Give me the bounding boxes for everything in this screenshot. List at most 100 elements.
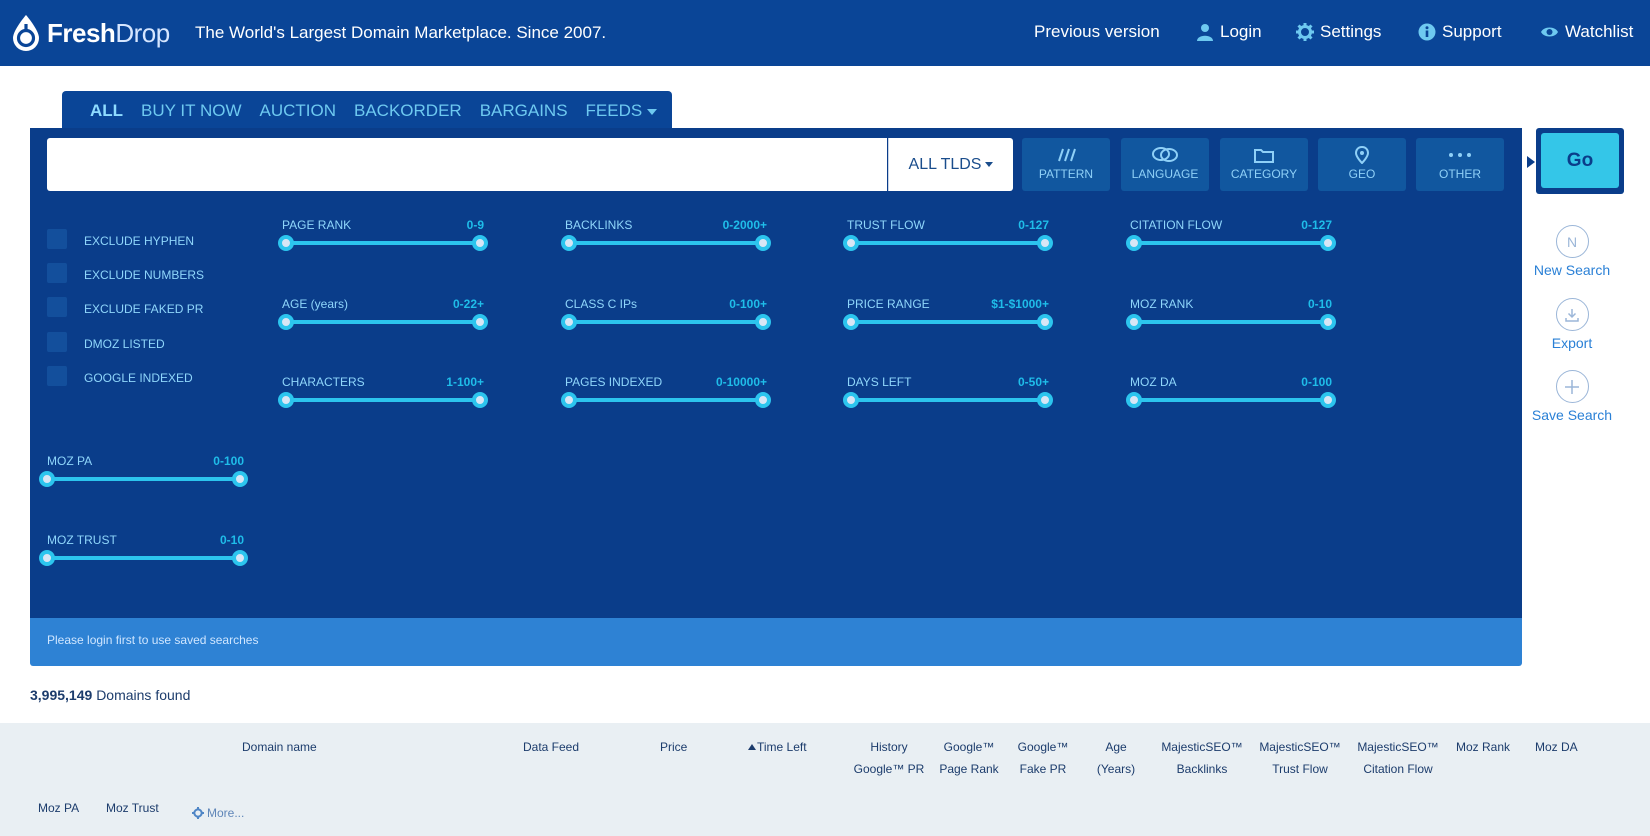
slider-min-handle[interactable] [39, 550, 55, 566]
slider-track[interactable] [1134, 398, 1328, 402]
login-link[interactable]: Login [1196, 22, 1262, 42]
slider-max-handle[interactable] [472, 392, 488, 408]
slider-track[interactable] [851, 241, 1045, 245]
slider-track[interactable] [1134, 241, 1328, 245]
slider-min-handle[interactable] [1126, 314, 1142, 330]
slider-track[interactable] [47, 477, 240, 481]
slider-track[interactable] [569, 320, 763, 324]
slider-min-handle[interactable] [843, 392, 859, 408]
slider-track[interactable] [851, 398, 1045, 402]
tab-feeds[interactable]: FEEDS [586, 101, 658, 121]
pattern-filter-button[interactable]: PATTERN [1022, 138, 1110, 191]
other-filter-button[interactable]: OTHER [1416, 138, 1504, 191]
column-citation-flow[interactable]: MajesticSEO™ Citation Flow [1353, 736, 1443, 780]
slider-min-handle[interactable] [561, 392, 577, 408]
column-trust-flow[interactable]: MajesticSEO™ Trust Flow [1255, 736, 1345, 780]
site-logo[interactable]: FreshDrop [10, 14, 170, 52]
slider-max-handle[interactable] [1037, 392, 1053, 408]
tab-all[interactable]: ALL [90, 101, 123, 121]
checkbox-box[interactable] [47, 263, 67, 283]
slider-min-handle[interactable] [561, 235, 577, 251]
column-google-pr[interactable]: Google™ Page Rank [934, 736, 1004, 780]
column-domain-name[interactable]: Domain name [242, 736, 317, 758]
slider-range: 1-100+ [446, 375, 484, 389]
geo-filter-button[interactable]: GEO [1318, 138, 1406, 191]
tab-buy-it-now[interactable]: BUY IT NOW [141, 101, 241, 121]
checkbox-label: GOOGLE INDEXED [84, 371, 193, 385]
slider-min-handle[interactable] [278, 392, 294, 408]
slider-max-handle[interactable] [1320, 314, 1336, 330]
exclude-faked-pr-checkbox[interactable]: EXCLUDE FAKED PR [47, 297, 203, 317]
more-columns-link[interactable]: More... [192, 806, 244, 820]
tld-dropdown[interactable]: ALL TLDS [888, 138, 1013, 191]
tab-auction[interactable]: AUCTION [260, 101, 337, 121]
new-search-button[interactable]: N New Search [1528, 225, 1616, 278]
checkbox-box[interactable] [47, 366, 67, 386]
slider-max-handle[interactable] [755, 235, 771, 251]
exclude-hyphen-checkbox[interactable]: EXCLUDE HYPHEN [47, 229, 194, 249]
logo-text-bold: Fresh [47, 17, 116, 48]
checkbox-box[interactable] [47, 332, 67, 352]
slider-track[interactable] [569, 241, 763, 245]
column-fake-pr[interactable]: Google™ Fake PR [1008, 736, 1078, 780]
go-button[interactable]: Go [1541, 133, 1619, 188]
saved-searches-bar: Please login first to use saved searches [30, 618, 1522, 666]
column-moz-trust[interactable]: Moz Trust [106, 797, 159, 819]
slider-track[interactable] [1134, 320, 1328, 324]
slider-min-handle[interactable] [278, 235, 294, 251]
slider-max-handle[interactable] [755, 314, 771, 330]
slider-track[interactable] [851, 320, 1045, 324]
user-icon [1197, 24, 1213, 41]
domain-search-input[interactable] [47, 138, 887, 191]
category-filter-button[interactable]: CATEGORY [1220, 138, 1308, 191]
slider-track[interactable] [569, 398, 763, 402]
exclude-numbers-checkbox[interactable]: EXCLUDE NUMBERS [47, 263, 204, 283]
column-moz-da[interactable]: Moz DA [1535, 736, 1578, 758]
slider-min-handle[interactable] [39, 471, 55, 487]
slider-max-handle[interactable] [755, 392, 771, 408]
slider-min-handle[interactable] [843, 235, 859, 251]
watchlist-link[interactable]: Watchlist [1540, 22, 1633, 42]
slider-track[interactable] [286, 320, 480, 324]
slider-min-handle[interactable] [561, 314, 577, 330]
column-price[interactable]: Price [660, 736, 687, 758]
tab-backorder[interactable]: BACKORDER [354, 101, 462, 121]
top-navigation-bar: FreshDrop The World's Largest Domain Mar… [0, 0, 1650, 66]
slider-max-handle[interactable] [232, 471, 248, 487]
column-moz-rank[interactable]: Moz Rank [1456, 736, 1510, 758]
language-filter-button[interactable]: LANGUAGE [1121, 138, 1209, 191]
slider-label: PAGE RANK [282, 218, 352, 232]
checkbox-box[interactable] [47, 297, 67, 317]
column-time-left[interactable]: Time Left [748, 736, 807, 758]
slider-max-handle[interactable] [1037, 314, 1053, 330]
slider-max-handle[interactable] [1320, 235, 1336, 251]
export-button[interactable]: Export [1528, 298, 1616, 351]
tab-bargains[interactable]: BARGAINS [480, 101, 568, 121]
dmoz-listed-checkbox[interactable]: DMOZ LISTED [47, 332, 165, 352]
column-age[interactable]: Age (Years) [1086, 736, 1146, 780]
column-backlinks[interactable]: MajesticSEO™ Backlinks [1157, 736, 1247, 780]
slider-min-handle[interactable] [843, 314, 859, 330]
save-search-button[interactable]: Save Search [1528, 370, 1616, 423]
slider-max-handle[interactable] [1320, 392, 1336, 408]
slider-min-handle[interactable] [1126, 392, 1142, 408]
domains-found-count: 3,995,149 Domains found [30, 687, 190, 703]
slider-track[interactable] [47, 556, 240, 560]
slider-min-handle[interactable] [1126, 235, 1142, 251]
google-indexed-checkbox[interactable]: GOOGLE INDEXED [47, 366, 193, 386]
slider-min-handle[interactable] [278, 314, 294, 330]
checkbox-box[interactable] [47, 229, 67, 249]
previous-version-link[interactable]: Previous version [1034, 22, 1160, 42]
column-moz-pa[interactable]: Moz PA [38, 797, 79, 819]
slider-track[interactable] [286, 398, 480, 402]
column-data-feed[interactable]: Data Feed [523, 736, 579, 758]
slider-max-handle[interactable] [472, 235, 488, 251]
speech-bubbles-icon [1152, 147, 1178, 162]
slider-max-handle[interactable] [1037, 235, 1053, 251]
slider-track[interactable] [286, 241, 480, 245]
slider-max-handle[interactable] [472, 314, 488, 330]
slider-max-handle[interactable] [232, 550, 248, 566]
settings-link[interactable]: Settings [1296, 22, 1381, 42]
support-link[interactable]: Support [1418, 22, 1502, 42]
column-history[interactable]: History Google™ PR [850, 736, 928, 780]
